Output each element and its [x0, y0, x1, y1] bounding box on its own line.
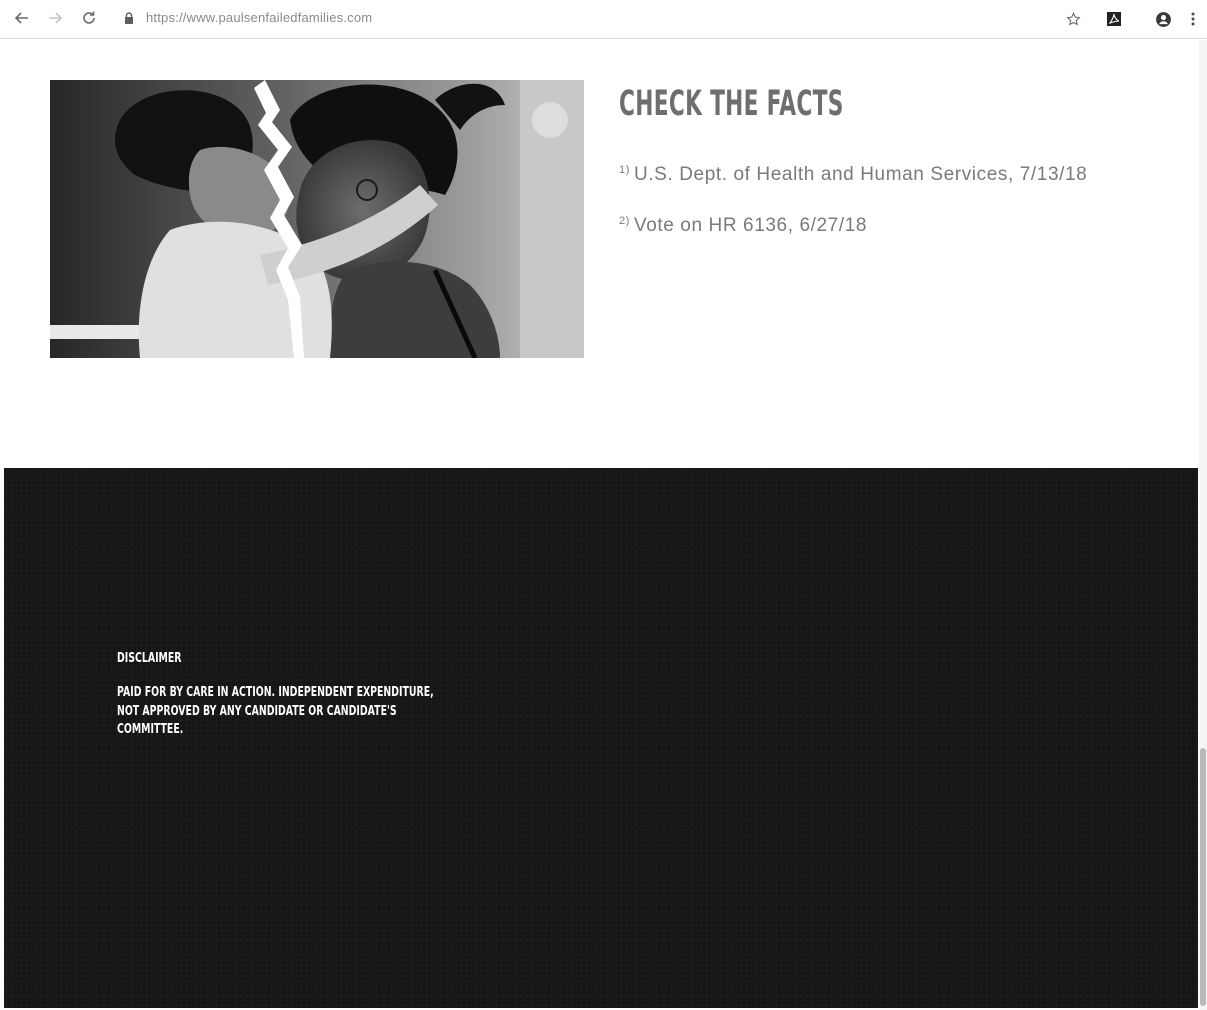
disclaimer-text: PAID FOR BY CARE IN ACTION. INDEPENDENT …	[117, 685, 434, 737]
fact-item-2: 2) Vote on HR 6136, 6/27/18	[619, 215, 867, 237]
address-bar-url[interactable]: https://www.paulsenfailedfamilies.com	[146, 10, 372, 25]
star-icon[interactable]	[1063, 9, 1083, 29]
account-icon[interactable]	[1153, 9, 1173, 29]
fact-marker: 2)	[619, 215, 630, 227]
hero-photo	[50, 80, 584, 358]
mother-child-photo	[50, 80, 584, 358]
reload-icon[interactable]	[77, 6, 101, 30]
fact-text[interactable]: U.S. Dept. of Health and Human Services,…	[634, 164, 1087, 185]
pdf-extension-icon[interactable]	[1104, 9, 1124, 29]
footer: DISCLAIMER PAID FOR BY CARE IN ACTION. I…	[4, 468, 1198, 1008]
check-the-facts-heading: CHECK THE FACTS	[619, 84, 844, 124]
lock-icon	[125, 12, 133, 24]
fact-text[interactable]: Vote on HR 6136, 6/27/18	[634, 215, 867, 236]
fact-item-1: 1) U.S. Dept. of Health and Human Service…	[619, 164, 1087, 186]
back-arrow-icon[interactable]	[10, 6, 34, 30]
browser-toolbar: https://www.paulsenfailedfamilies.com	[0, 0, 1207, 39]
scrollbar-thumb[interactable]	[1200, 748, 1206, 1006]
menu-dots-icon[interactable]	[1186, 9, 1200, 29]
forward-arrow-icon[interactable]	[43, 6, 67, 30]
fact-marker: 1)	[619, 164, 630, 176]
disclaimer-title: DISCLAIMER	[117, 651, 182, 666]
